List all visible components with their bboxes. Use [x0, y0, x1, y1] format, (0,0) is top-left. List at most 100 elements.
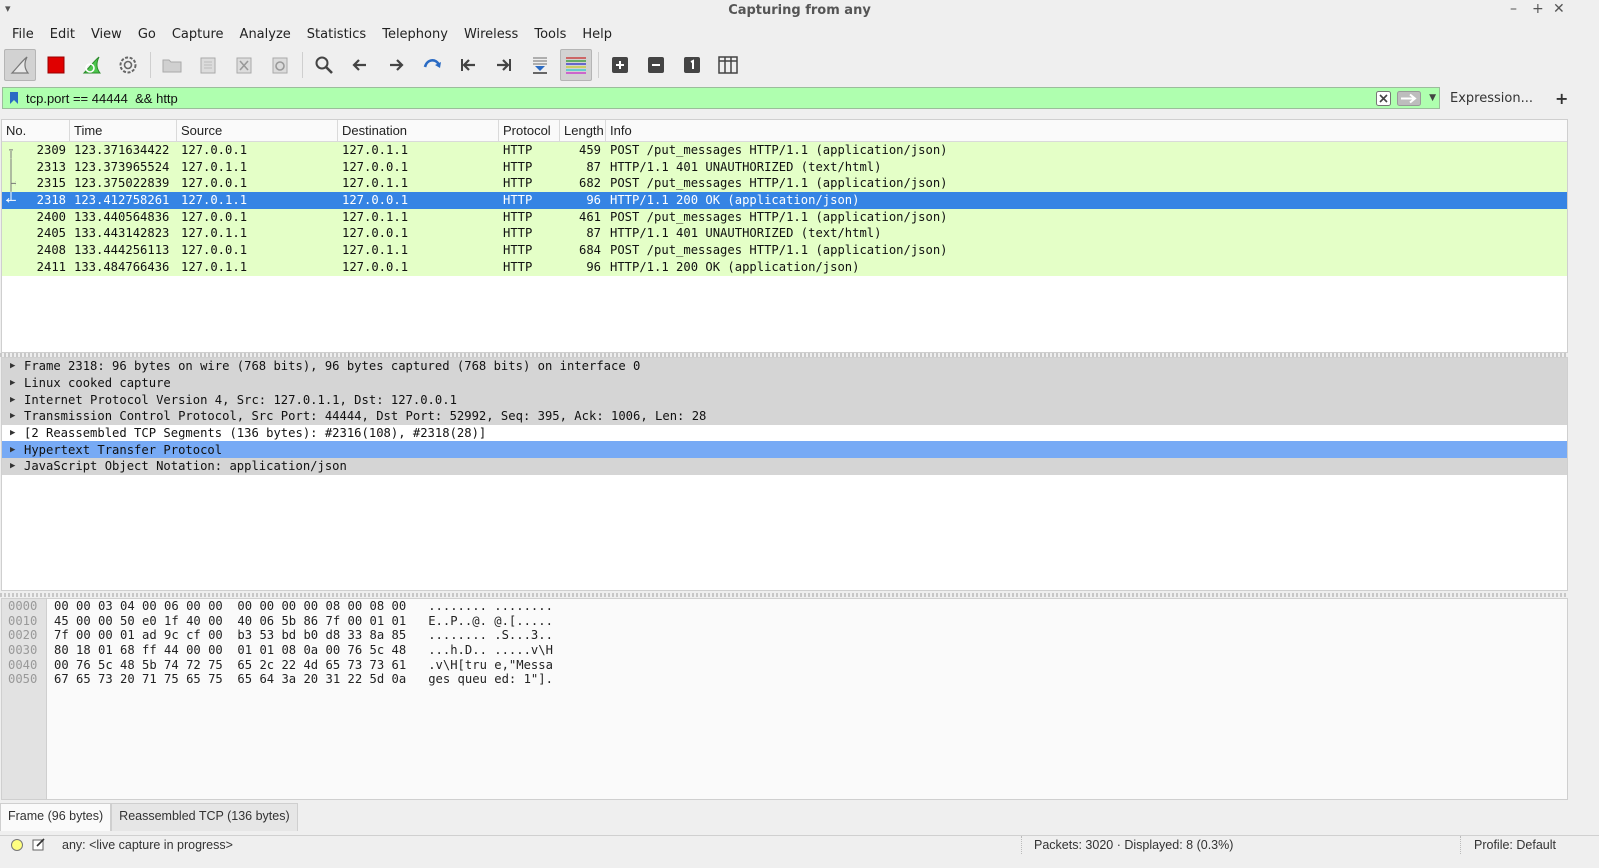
splitter-handle[interactable]	[0, 593, 1568, 597]
expand-arrow-icon[interactable]: ▶	[10, 445, 20, 455]
find-packet-button[interactable]	[308, 49, 340, 81]
reload-file-button[interactable]	[264, 49, 296, 81]
packet-row[interactable]: 2313 123.373965524 127.0.1.1 127.0.0.1 H…	[2, 158, 1567, 176]
menu-telephony[interactable]: Telephony	[374, 27, 456, 42]
expand-arrow-icon[interactable]: ▶	[10, 411, 20, 421]
bytes-line: 67 65 73 20 71 75 65 75 65 64 3a 20 31 2…	[54, 672, 553, 687]
packet-row[interactable]: 2309 123.371634422 127.0.0.1 127.0.1.1 H…	[2, 142, 1567, 159]
detail-row[interactable]: ▶ Transmission Control Protocol, Src Port…	[2, 408, 1567, 425]
profile-label[interactable]: Profile: Default	[1474, 838, 1556, 852]
close-file-button[interactable]	[228, 49, 260, 81]
menu-wireless[interactable]: Wireless	[456, 27, 526, 42]
expand-arrow-icon[interactable]: ▶	[10, 461, 20, 471]
packet-source: 127.0.0.1	[181, 209, 248, 224]
column-header-info[interactable]: Info	[606, 120, 1567, 141]
detail-row[interactable]: ▶ Internet Protocol Version 4, Src: 127.0…	[2, 391, 1567, 409]
bytes-offset: 0000	[8, 599, 38, 613]
go-back-button[interactable]	[344, 49, 376, 81]
bytes-hex-ascii[interactable]: 00 00 03 04 00 06 00 00 00 00 00 00 08 0…	[47, 599, 553, 799]
detail-row-selected[interactable]: ▶ Hypertext Transfer Protocol	[2, 441, 1567, 459]
column-header-length[interactable]: Length	[560, 120, 606, 141]
maximize-icon[interactable]: +	[1532, 1, 1544, 17]
capture-options-button[interactable]	[112, 49, 144, 81]
column-header-source[interactable]: Source	[177, 120, 338, 141]
packet-row-selected[interactable]: 2318 123.412758261 127.0.1.1 127.0.0.1 H…	[2, 192, 1567, 209]
open-file-button[interactable]	[156, 49, 188, 81]
status-divider	[1460, 836, 1461, 854]
start-capture-button[interactable]	[4, 49, 36, 81]
normal-size-button[interactable]	[676, 49, 708, 81]
menu-help[interactable]: Help	[574, 27, 620, 42]
clear-filter-icon[interactable]	[1376, 91, 1391, 110]
menu-statistics[interactable]: Statistics	[299, 27, 374, 42]
go-to-packet-button[interactable]	[416, 49, 448, 81]
column-header-destination[interactable]: Destination	[338, 120, 499, 141]
packet-no: 2309	[36, 143, 66, 157]
tab-reassembled-tcp[interactable]: Reassembled TCP (136 bytes)	[111, 803, 298, 831]
packet-protocol: HTTP	[503, 243, 533, 258]
apply-filter-icon[interactable]	[1397, 91, 1421, 110]
menu-edit[interactable]: Edit	[42, 27, 83, 42]
expand-arrow-icon[interactable]: ▶	[10, 428, 20, 438]
zoom-in-button[interactable]	[604, 49, 636, 81]
detail-label: Linux cooked capture	[24, 376, 171, 391]
status-divider	[1021, 836, 1022, 854]
packet-row[interactable]: 2408 133.444256113 127.0.0.1 127.0.1.1 H…	[2, 242, 1567, 259]
search-icon	[315, 56, 333, 74]
bookmark-icon[interactable]	[6, 90, 22, 106]
expression-button[interactable]: Expression...	[1450, 91, 1533, 106]
packet-row[interactable]: 2405 133.443142823 127.0.1.1 127.0.0.1 H…	[2, 225, 1567, 243]
first-packet-button[interactable]	[452, 49, 484, 81]
status-bar: any: <live capture in progress> Packets:…	[0, 835, 1599, 857]
column-header-time[interactable]: Time	[70, 120, 177, 141]
add-filter-button[interactable]: +	[1555, 89, 1568, 108]
detail-row[interactable]: ▶ JavaScript Object Notation: application…	[2, 458, 1567, 475]
detail-row[interactable]: ▶ Linux cooked capture	[2, 374, 1567, 392]
packet-row[interactable]: 2411 133.484766436 127.0.1.1 127.0.0.1 H…	[2, 258, 1567, 276]
menu-analyze[interactable]: Analyze	[232, 27, 299, 42]
autoscroll-button[interactable]	[524, 49, 556, 81]
packet-no: 2315	[36, 176, 66, 191]
close-icon[interactable]: ✕	[1553, 1, 1565, 17]
save-file-button[interactable]	[192, 49, 224, 81]
byte-view-tabs: Frame (96 bytes) Reassembled TCP (136 by…	[0, 803, 298, 831]
expand-arrow-icon[interactable]: ▶	[10, 378, 20, 388]
last-packet-icon	[497, 59, 511, 71]
menu-go[interactable]: Go	[130, 27, 164, 42]
tab-frame-bytes[interactable]: Frame (96 bytes)	[0, 803, 112, 831]
expand-arrow-icon[interactable]: ▶	[10, 361, 20, 371]
bytes-line: 80 18 01 68 ff 44 00 00 01 01 08 0a 00 7…	[54, 643, 553, 658]
packet-info: HTTP/1.1 200 OK (application/json)	[610, 259, 860, 274]
expert-info-icon[interactable]	[10, 838, 24, 855]
column-header-no[interactable]: No.	[2, 120, 70, 141]
packet-destination: 127.0.1.1	[342, 143, 409, 157]
zoom-out-button[interactable]	[640, 49, 672, 81]
packet-row[interactable]: 2315 123.375022839 127.0.0.1 127.0.1.1 H…	[2, 175, 1567, 193]
menu-view[interactable]: View	[83, 27, 130, 42]
filter-dropdown-icon[interactable]: ▼	[1429, 93, 1436, 103]
column-header-protocol[interactable]: Protocol	[499, 120, 560, 141]
minimize-icon[interactable]: –	[1510, 1, 1517, 17]
resize-columns-button[interactable]	[712, 49, 744, 81]
capture-comment-icon[interactable]	[32, 837, 46, 854]
detail-row[interactable]: ▶ Frame 2318: 96 bytes on wire (768 bits)…	[2, 358, 1567, 375]
bytes-offset: 0030	[8, 643, 38, 658]
stop-capture-button[interactable]	[40, 49, 72, 81]
menu-file[interactable]: File	[4, 27, 42, 42]
go-forward-button[interactable]	[380, 49, 412, 81]
colorize-button[interactable]	[560, 49, 592, 81]
packet-destination: 127.0.1.1	[342, 176, 409, 191]
packet-row[interactable]: 2400 133.440564836 127.0.0.1 127.0.1.1 H…	[2, 208, 1567, 226]
last-packet-button[interactable]	[488, 49, 520, 81]
expand-arrow-icon[interactable]: ▶	[10, 395, 20, 405]
menu-tools[interactable]: Tools	[526, 27, 574, 42]
resize-columns-icon	[718, 56, 738, 74]
menu-capture[interactable]: Capture	[164, 27, 232, 42]
detail-row[interactable]: ▶ [2 Reassembled TCP Segments (136 bytes)…	[2, 424, 1567, 442]
restart-capture-button[interactable]	[76, 49, 108, 81]
arrow-left-icon	[352, 59, 366, 71]
packet-destination: 127.0.1.1	[342, 243, 409, 258]
display-filter-input[interactable]	[26, 90, 1326, 106]
bytes-offset: 0020	[8, 628, 38, 643]
related-packet-icon	[9, 149, 13, 159]
